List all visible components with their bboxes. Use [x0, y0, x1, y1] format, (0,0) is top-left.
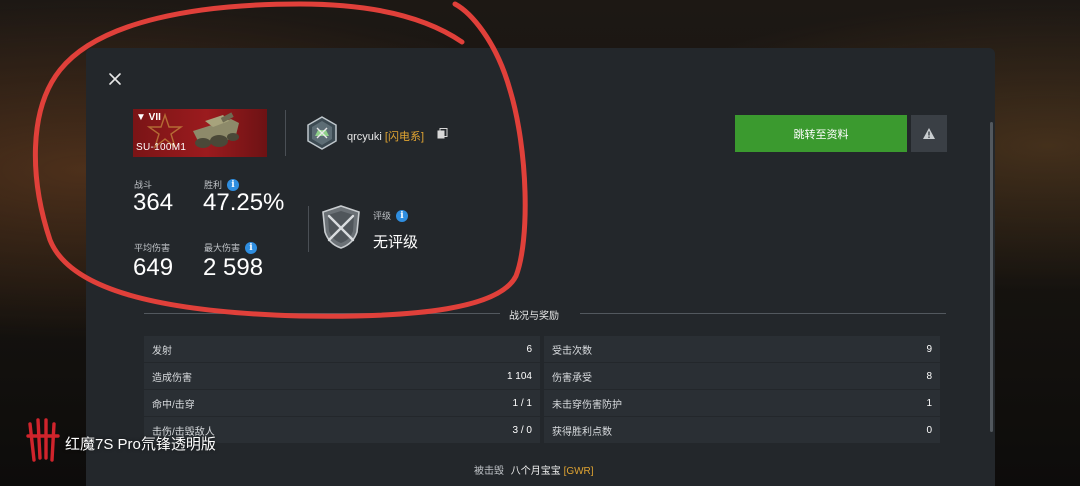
table-row: 伤害承受 8: [544, 363, 940, 389]
player-nickname: qrcyuki: [347, 131, 382, 143]
rating-label: 评级 i: [373, 209, 409, 222]
row-value: 8: [926, 370, 932, 382]
player-name: qrcyuki [闪电系]: [347, 128, 424, 144]
divider: [308, 206, 309, 252]
section-title: 战况与奖励: [509, 311, 559, 322]
rating-value: 无评级: [373, 234, 419, 251]
row-label: 受击次数: [552, 345, 592, 357]
device-logo-icon: [26, 418, 60, 462]
table-row: 发射 6: [144, 336, 540, 362]
tank-tier: ▼ VII: [136, 112, 161, 123]
close-icon: [109, 73, 121, 85]
table-row: 未击穿伤害防护 1: [544, 390, 940, 416]
max-damage-label: 最大伤害 i: [204, 241, 258, 254]
tank-card: ▼ VII SU-100M1: [133, 109, 267, 157]
avg-damage-label-text: 平均伤害: [134, 243, 171, 253]
warning-icon: [923, 128, 935, 139]
destroyed-by: 被击毁 八个月宝宝 [GWR]: [474, 462, 594, 477]
table-row: 受击次数 9: [544, 336, 940, 362]
scrollbar[interactable]: [990, 122, 993, 432]
player-clan-tag: [闪电系]: [384, 131, 425, 143]
report-button[interactable]: [911, 115, 947, 152]
close-button[interactable]: [104, 68, 126, 90]
row-value: 1: [926, 397, 932, 409]
rating-label-text: 评级: [373, 211, 392, 221]
device-watermark: 红魔7S Pro氘锋透明版: [65, 436, 216, 453]
destroyed-by-label: 被击毁: [474, 466, 504, 477]
row-value: 1 / 1: [512, 397, 532, 409]
row-value: 9: [926, 343, 932, 355]
go-to-profile-button[interactable]: 跳转至资料: [735, 115, 907, 152]
table-row: 命中/击穿 1 / 1: [144, 390, 540, 416]
row-label: 伤害承受: [552, 372, 592, 384]
max-damage-label-text: 最大伤害: [204, 243, 241, 253]
avg-damage-value: 649: [133, 254, 174, 281]
section-divider: [580, 313, 946, 314]
killer-name[interactable]: 八个月宝宝: [511, 466, 561, 477]
row-label: 命中/击穿: [152, 399, 195, 411]
info-icon[interactable]: i: [396, 209, 409, 222]
row-label: 造成伤害: [152, 372, 192, 384]
copy-icon[interactable]: [437, 128, 448, 139]
killer-clan-tag: [GWR]: [563, 466, 594, 477]
row-value: 1 104: [506, 370, 532, 382]
section-divider: [144, 313, 500, 314]
table-row: 获得胜利点数 0: [544, 417, 940, 443]
row-value: 3 / 0: [512, 424, 532, 436]
info-icon[interactable]: i: [245, 241, 258, 254]
avg-damage-label: 平均伤害: [134, 241, 170, 254]
row-value: 0: [926, 424, 932, 436]
winrate-value: 47.25%: [203, 189, 285, 216]
battles-value: 364: [133, 189, 174, 216]
tank-name: SU-100M1: [136, 142, 187, 153]
row-label: 未击穿伤害防护: [552, 399, 622, 411]
clan-emblem-icon: [307, 116, 337, 150]
row-label: 获得胜利点数: [552, 426, 612, 438]
table-row: 造成伤害 1 104: [144, 363, 540, 389]
max-damage-value: 2 598: [203, 254, 264, 281]
row-label: 发射: [152, 345, 172, 357]
rating-shield-icon: [322, 205, 360, 249]
divider: [285, 110, 286, 156]
row-value: 6: [526, 343, 532, 355]
